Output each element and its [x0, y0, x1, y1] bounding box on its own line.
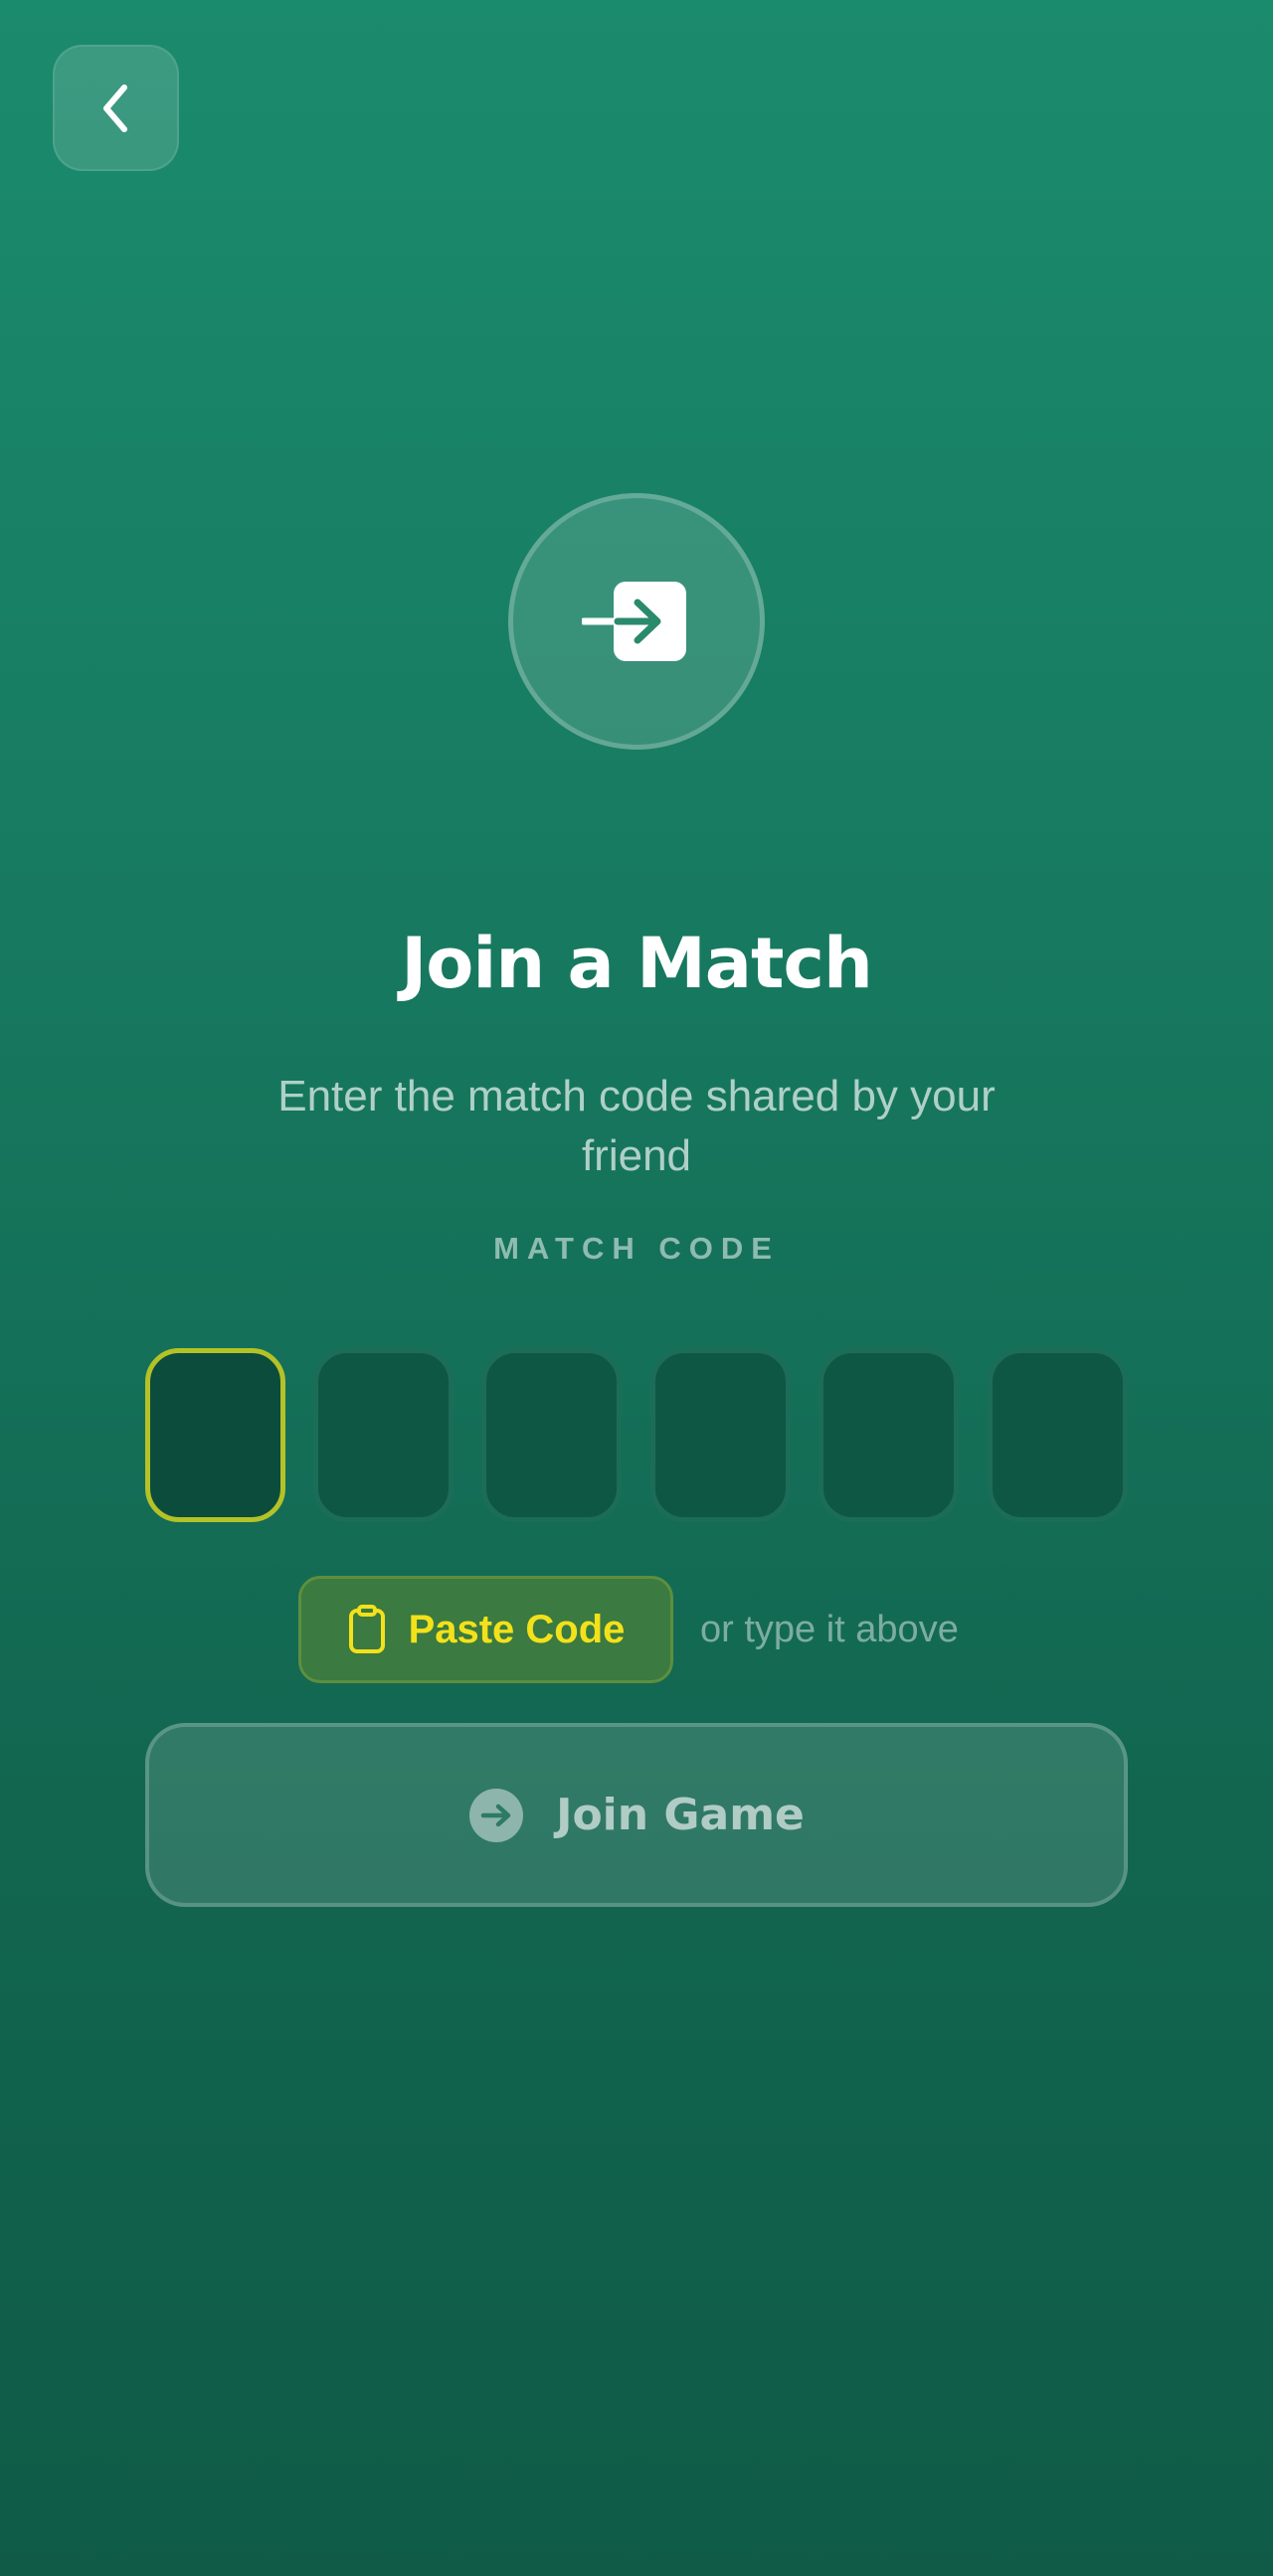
arrow-right-circle-icon: [468, 1788, 524, 1843]
paste-code-button[interactable]: Paste Code: [298, 1576, 673, 1683]
code-digit-input[interactable]: [145, 1348, 285, 1522]
page-subtitle: Enter the match code shared by your frie…: [277, 1072, 996, 1180]
join-game-label: Join Game: [556, 1790, 805, 1840]
enter-arrow-icon: [582, 577, 691, 666]
clipboard-icon: [347, 1605, 387, 1654]
type-hint-text: or type it above: [700, 1609, 959, 1650]
page-title: Join a Match: [401, 923, 873, 1004]
match-code-input-group: [145, 1348, 1128, 1522]
match-code-label: MATCH CODE: [493, 1231, 780, 1266]
chevron-left-icon: [94, 82, 138, 135]
back-button[interactable]: [53, 45, 179, 171]
paste-code-label: Paste Code: [408, 1607, 626, 1651]
hero-icon-circle: [508, 493, 765, 750]
code-digit-input[interactable]: [481, 1348, 622, 1522]
code-digit-input[interactable]: [650, 1348, 791, 1522]
code-digit-input[interactable]: [818, 1348, 959, 1522]
code-digit-input[interactable]: [313, 1348, 454, 1522]
code-digit-input[interactable]: [988, 1348, 1128, 1522]
join-game-button[interactable]: Join Game: [145, 1723, 1128, 1907]
